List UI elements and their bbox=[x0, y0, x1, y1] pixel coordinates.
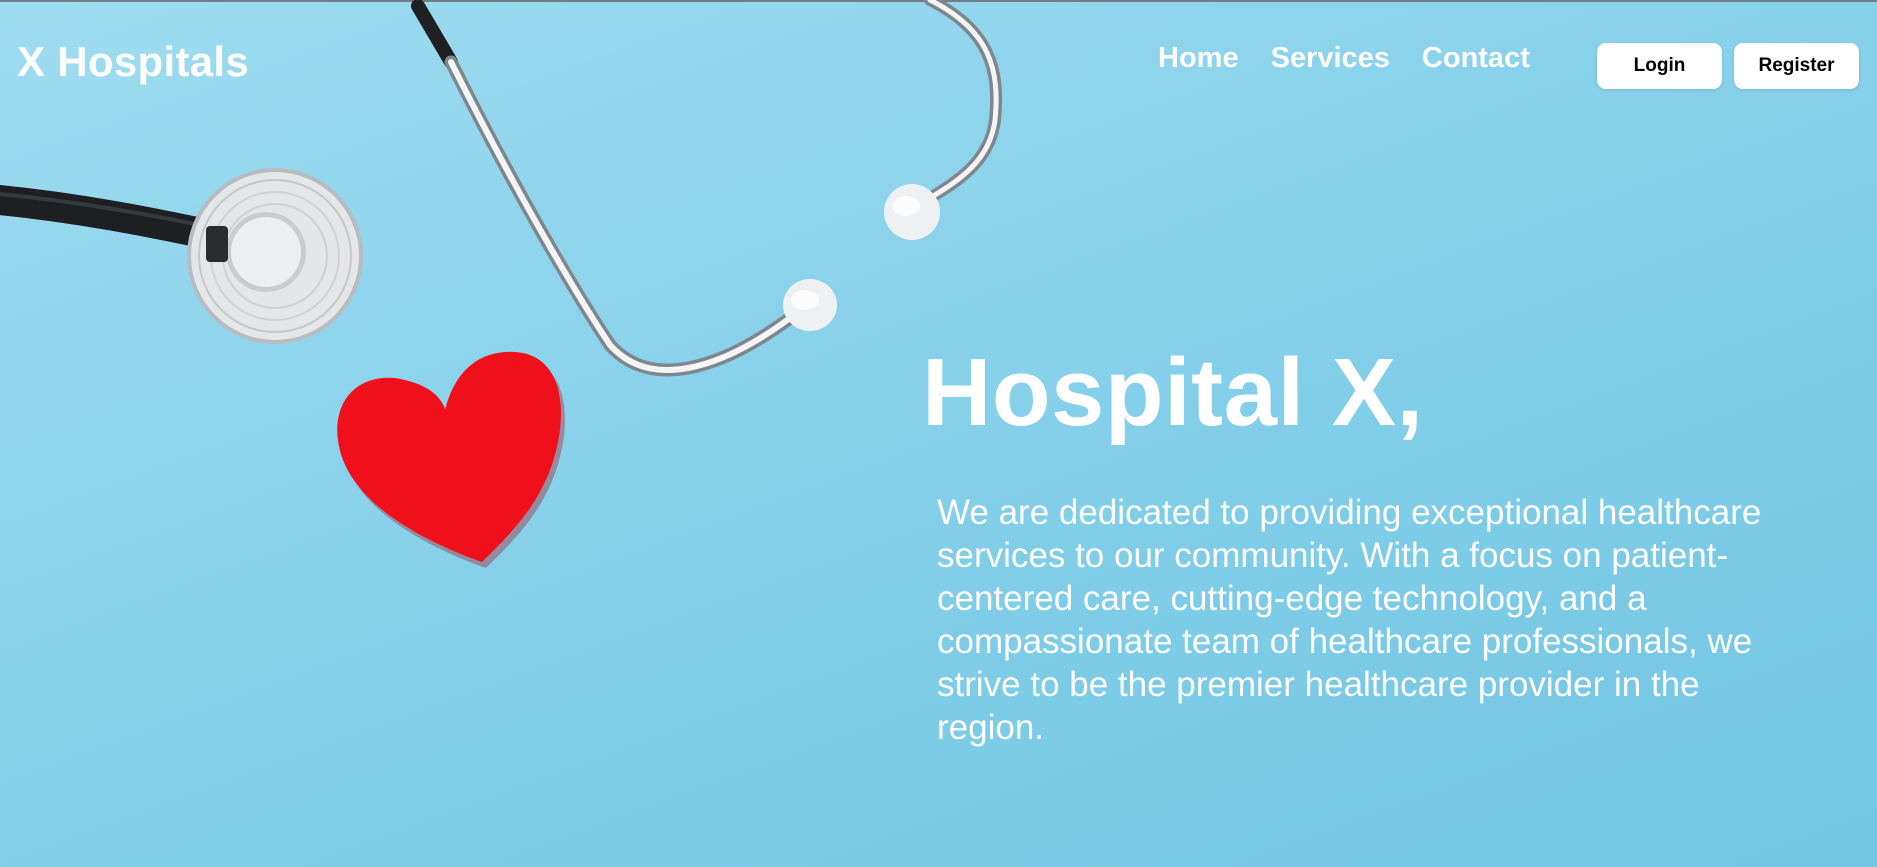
login-button[interactable]: Login bbox=[1597, 43, 1722, 89]
brand-logo[interactable]: X Hospitals bbox=[17, 38, 249, 86]
nav-item-contact[interactable]: Contact bbox=[1422, 42, 1530, 75]
nav-item-services[interactable]: Services bbox=[1271, 42, 1390, 75]
hero-description: We are dedicated to providing exceptiona… bbox=[937, 493, 1762, 747]
hero-title: Hospital X, bbox=[922, 339, 1424, 446]
heart-icon bbox=[337, 351, 565, 568]
nav-item-home[interactable]: Home bbox=[1158, 42, 1239, 75]
register-button[interactable]: Register bbox=[1734, 43, 1859, 89]
main-nav: Home Services Contact bbox=[1158, 42, 1530, 75]
